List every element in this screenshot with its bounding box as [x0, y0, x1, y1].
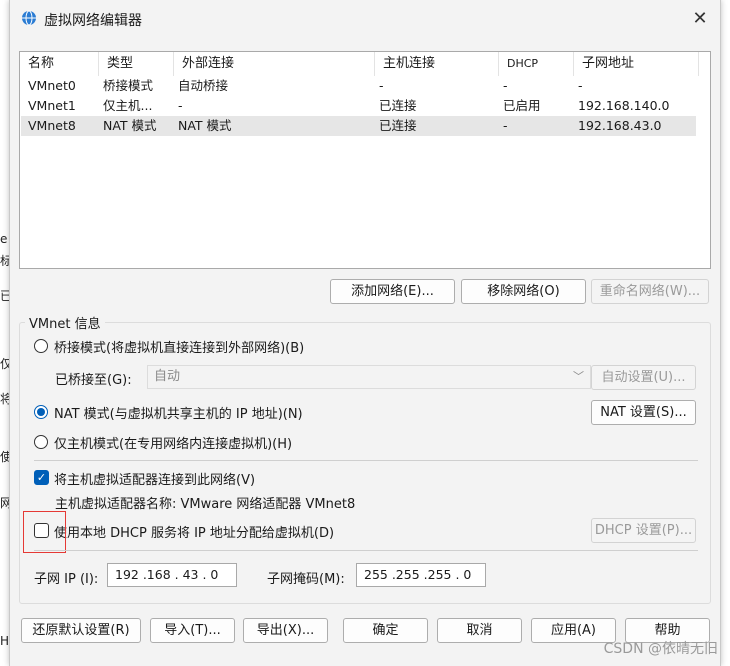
cell-host: -: [379, 78, 384, 93]
use-dhcp-label[interactable]: 使用本地 DHCP 服务将 IP 地址分配给虚拟机(D): [54, 522, 334, 541]
highlight-annotation: [23, 511, 66, 553]
divider: [34, 460, 698, 461]
cell-dhcp: -: [503, 78, 508, 93]
connect-adapter-label[interactable]: 将主机虚拟适配器连接到此网络(V): [54, 469, 255, 488]
virtual-network-editor-dialog: 虚拟网络编辑器 ✕ 名称 类型 外部连接 主机连接 DHCP 子网地址 VMne…: [9, 0, 721, 666]
remove-network-button[interactable]: 移除网络(O): [461, 279, 586, 304]
host-only-label[interactable]: 仅主机模式(在专用网络内连接虚拟机)(H): [54, 433, 292, 452]
auto-settings-button[interactable]: 自动设置(U)...: [591, 365, 696, 390]
bridge-mode-radio[interactable]: [34, 339, 48, 353]
bridged-to-value: 自动: [154, 369, 181, 384]
chevron-down-icon: ﹀: [573, 370, 584, 383]
cell-external: 自动桥接: [178, 78, 229, 93]
cell-subnet: 192.168.140.0: [578, 98, 670, 113]
nat-mode-label[interactable]: NAT 模式(与虚拟机共享主机的 IP 地址)(N): [54, 403, 303, 422]
table-row[interactable]: VMnet1 仅主机... - 已连接 已启用 192.168.140.0: [21, 96, 696, 116]
subnet-ip-label: 子网 IP (I):: [34, 572, 99, 587]
add-network-button[interactable]: 添加网络(E)...: [330, 279, 455, 304]
cell-subnet: 192.168.43.0: [578, 118, 662, 133]
rename-network-button[interactable]: 重命名网络(W)...: [591, 279, 709, 304]
nat-settings-button[interactable]: NAT 设置(S)...: [591, 400, 696, 425]
subnet-ip-input[interactable]: 192 .168 . 43 . 0: [107, 563, 237, 587]
close-icon[interactable]: ✕: [680, 0, 720, 38]
cell-name: VMnet0: [28, 78, 76, 93]
bridged-to-label: 已桥接至(G):: [55, 373, 132, 388]
bridge-mode-label[interactable]: 桥接模式(将虚拟机直接连接到外部网络)(B): [54, 337, 304, 356]
column-header-host[interactable]: 主机连接: [375, 52, 499, 76]
column-header-external[interactable]: 外部连接: [174, 52, 375, 76]
cell-host: 已连接: [379, 118, 417, 133]
vmnet-info-title: VMnet 信息: [25, 313, 105, 332]
cell-external: -: [178, 98, 183, 113]
network-table[interactable]: 名称 类型 外部连接 主机连接 DHCP 子网地址 VMnet0 桥接模式 自动…: [19, 51, 711, 269]
cell-dhcp: 已启用: [503, 98, 541, 113]
adapter-name-text: 主机虚拟适配器名称: VMware 网络适配器 VMnet8: [55, 497, 356, 512]
cell-name: VMnet1: [28, 98, 76, 113]
title-bar: 虚拟网络编辑器 ✕: [10, 0, 720, 38]
table-row-selected[interactable]: VMnet8 NAT 模式 NAT 模式 已连接 - 192.168.43.0: [21, 116, 696, 136]
export-button[interactable]: 导出(X)...: [243, 618, 328, 643]
host-only-radio[interactable]: [34, 435, 48, 449]
divider: [34, 550, 698, 551]
cell-type: 桥接模式: [103, 78, 154, 93]
import-button[interactable]: 导入(T)...: [150, 618, 235, 643]
ok-button[interactable]: 确定: [343, 618, 428, 643]
cell-subnet: -: [578, 78, 583, 93]
connect-adapter-checkbox[interactable]: ✓: [34, 470, 49, 485]
cell-external: NAT 模式: [178, 118, 232, 133]
subnet-mask-label: 子网掩码(M):: [267, 572, 345, 587]
watermark: CSDN @依晴无旧: [603, 641, 718, 657]
cell-host: 已连接: [379, 98, 417, 113]
nat-mode-radio[interactable]: [34, 405, 48, 419]
network-globe-icon: [22, 10, 36, 26]
column-header-dhcp[interactable]: DHCP: [499, 52, 574, 76]
cell-name: VMnet8: [28, 118, 76, 133]
table-row[interactable]: VMnet0 桥接模式 自动桥接 - - -: [21, 76, 696, 96]
cancel-button[interactable]: 取消: [437, 618, 522, 643]
cell-type: NAT 模式: [103, 118, 157, 133]
cell-dhcp: -: [503, 118, 508, 133]
cell-type: 仅主机...: [103, 98, 153, 113]
restore-defaults-button[interactable]: 还原默认设置(R): [21, 618, 141, 643]
window-title: 虚拟网络编辑器: [44, 13, 142, 29]
dhcp-settings-button[interactable]: DHCP 设置(P)...: [591, 518, 696, 543]
column-header-name[interactable]: 名称: [20, 52, 99, 76]
column-header-subnet[interactable]: 子网地址: [574, 52, 699, 76]
background-text: e: [0, 232, 8, 246]
bridged-to-select[interactable]: 自动 ﹀: [147, 365, 591, 389]
column-header-type[interactable]: 类型: [99, 52, 174, 76]
subnet-mask-input[interactable]: 255 .255 .255 . 0: [356, 563, 486, 587]
